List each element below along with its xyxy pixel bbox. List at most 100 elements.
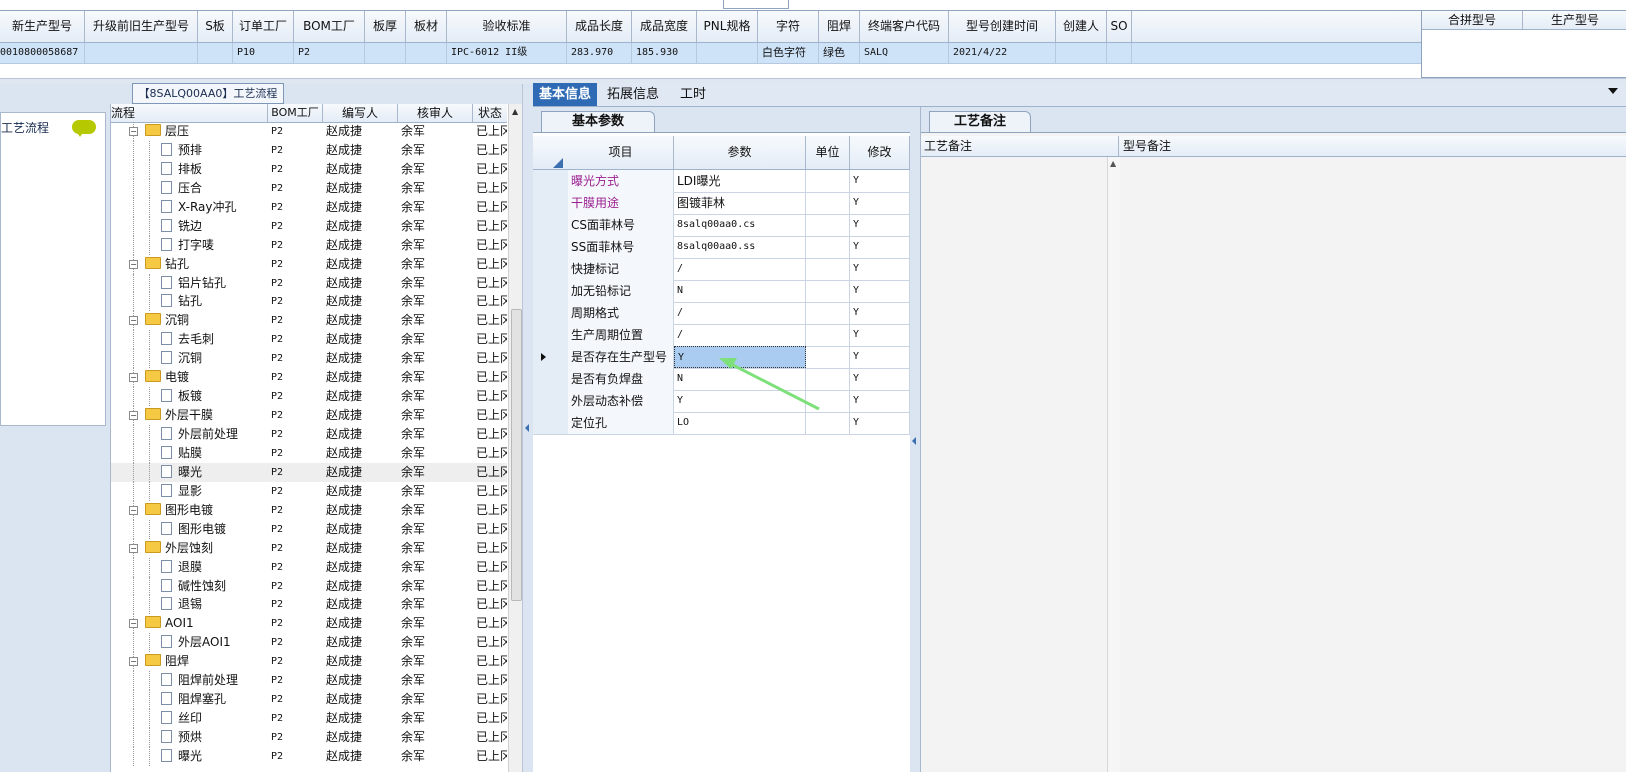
tree-row[interactable]: − 阻焊 P2 赵成捷 余军 已上冈	[111, 652, 507, 672]
param-value[interactable]: Y	[674, 390, 806, 412]
param-modify[interactable]: Y	[850, 346, 910, 368]
param-value[interactable]: /	[674, 258, 806, 280]
param-unit[interactable]	[806, 412, 850, 434]
process-notes-scrollbar[interactable]: ▲	[1107, 157, 1120, 772]
tree-row[interactable]: − 沉铜 P2 赵成捷 余军 已上冈	[111, 311, 507, 331]
collapse-middle-icon[interactable]	[912, 437, 916, 445]
notes-col-process[interactable]: 工艺备注	[921, 136, 1119, 156]
param-modify[interactable]: Y	[850, 258, 910, 280]
param-value[interactable]: /	[674, 302, 806, 324]
scroll-up-icon[interactable]: ▲	[512, 107, 518, 116]
row-selector[interactable]	[533, 236, 569, 258]
param-value[interactable]: 图镀菲林	[674, 192, 806, 214]
col-customer-code[interactable]: 终端客户代码	[860, 11, 949, 42]
col-acceptance[interactable]: 验收标准	[447, 11, 567, 42]
param-modify[interactable]: Y	[850, 324, 910, 346]
col-creator[interactable]: 创建人	[1056, 11, 1107, 42]
tree-row[interactable]: − 图形电镀 P2 赵成捷 余军 已上冈	[111, 500, 507, 520]
tree-row[interactable]: 去毛刺 P2 赵成捷 余军 已上冈	[111, 330, 507, 350]
tree-row[interactable]: 外层AOI1 P2 赵成捷 余军 已上冈	[111, 633, 507, 653]
param-unit[interactable]	[806, 368, 850, 390]
param-row[interactable]: 曝光方式 LDI曝光 Y	[533, 170, 910, 193]
col-length[interactable]: 成品长度	[567, 11, 632, 42]
param-col-unit[interactable]: 单位	[806, 136, 850, 169]
row-selector[interactable]	[533, 192, 569, 214]
tree-row[interactable]: 显影 P2 赵成捷 余军 已上冈	[111, 481, 507, 501]
middle-splitter[interactable]	[910, 107, 920, 772]
param-modify[interactable]: Y	[850, 280, 910, 302]
col-pnl[interactable]: PNL规格	[697, 11, 758, 42]
param-modify[interactable]: Y	[850, 390, 910, 412]
tree-row[interactable]: − 钻孔 P2 赵成捷 余军 已上冈	[111, 254, 507, 274]
param-modify[interactable]: Y	[850, 236, 910, 258]
col-order-factory[interactable]: 订单工厂	[233, 11, 294, 42]
tree-row[interactable]: 沉铜 P2 赵成捷 余军 已上冈	[111, 349, 507, 369]
collapse-node-icon[interactable]: −	[129, 127, 138, 136]
tree-row[interactable]: − 层压 P2 赵成捷 余军 已上冈	[111, 122, 507, 141]
col-solder-mask[interactable]: 阻焊	[819, 11, 860, 42]
row-selector[interactable]	[533, 214, 569, 236]
row-selector[interactable]	[533, 302, 569, 324]
collapse-node-icon[interactable]: −	[129, 373, 138, 383]
row-selector[interactable]	[533, 170, 569, 192]
process-flow-tab[interactable]: 【8SALQ00AA0】工艺流程	[132, 83, 284, 104]
scrollbar-thumb[interactable]	[511, 309, 522, 601]
col-material[interactable]: 板材	[406, 11, 447, 42]
row-selector[interactable]	[533, 390, 569, 412]
collapse-node-icon[interactable]: −	[129, 619, 138, 629]
row-selector[interactable]	[533, 368, 569, 390]
tree-row[interactable]: 丝印 P2 赵成捷 余军 已上冈	[111, 709, 507, 728]
col-bom-factory[interactable]: BOM工厂	[294, 11, 365, 42]
param-unit[interactable]	[806, 302, 850, 324]
tree-row[interactable]: 图形电镀 P2 赵成捷 余军 已上冈	[111, 519, 507, 539]
param-value[interactable]: N	[674, 280, 806, 302]
param-value[interactable]: LDI曝光	[674, 170, 806, 192]
col-merge-model[interactable]: 合拼型号	[1422, 11, 1523, 29]
tree-row[interactable]: − AOI1 P2 赵成捷 余军 已上冈	[111, 614, 507, 634]
tree-row[interactable]: 外层前处理 P2 赵成捷 余军 已上冈	[111, 425, 507, 444]
param-unit[interactable]	[806, 258, 850, 280]
tab-dropdown-icon[interactable]	[1608, 88, 1618, 94]
param-value[interactable]: N	[674, 368, 806, 390]
collapse-node-icon[interactable]: −	[129, 316, 138, 326]
row-selector[interactable]	[533, 346, 569, 368]
tree-row[interactable]: 铝片钻孔 P2 赵成捷 余军 已上冈	[111, 273, 507, 293]
param-unit[interactable]	[806, 214, 850, 236]
tree-row[interactable]: 阻焊塞孔 P2 赵成捷 余军 已上冈	[111, 690, 507, 710]
process-notes-textarea[interactable]	[921, 157, 1108, 772]
collapse-node-icon[interactable]: −	[129, 259, 138, 269]
row-selector[interactable]	[533, 324, 569, 346]
param-unit[interactable]	[806, 170, 850, 192]
tree-row[interactable]: 预烘 P2 赵成捷 余军 已上冈	[111, 728, 507, 747]
collapse-left-icon[interactable]	[525, 424, 529, 432]
param-row[interactable]: 干膜用途 图镀菲林 Y	[533, 192, 910, 215]
tree-col-writer[interactable]: 编写人	[323, 104, 398, 122]
col-character[interactable]: 字符	[758, 11, 819, 42]
tree-row[interactable]: − 电镀 P2 赵成捷 余军 已上冈	[111, 368, 507, 388]
tab-work-hours[interactable]: 工时	[669, 83, 717, 106]
tree-row[interactable]: 铣边 P2 赵成捷 余军 已上冈	[111, 216, 507, 236]
tree-row[interactable]: X-Ray冲孔 P2 赵成捷 余军 已上冈	[111, 197, 507, 217]
param-unit[interactable]	[806, 324, 850, 346]
tree-row[interactable]: − 外层干膜 P2 赵成捷 余军 已上冈	[111, 406, 507, 425]
collapse-node-icon[interactable]: −	[129, 657, 138, 667]
param-col-modify[interactable]: 修改	[850, 136, 910, 169]
param-row[interactable]: SS面菲林号 8salq00aa0.ss Y	[533, 236, 910, 259]
tree-row[interactable]: − 外层蚀刻 P2 赵成捷 余军 已上冈	[111, 538, 507, 558]
tree-row[interactable]: 压合 P2 赵成捷 余军 已上冈	[111, 178, 507, 198]
tab-extended-info[interactable]: 拓展信息	[599, 83, 667, 106]
param-modify[interactable]: Y	[850, 302, 910, 324]
param-row[interactable]: CS面菲林号 8salq00aa0.cs Y	[533, 214, 910, 237]
param-modify[interactable]: Y	[850, 214, 910, 236]
tree-row[interactable]: 碱性蚀刻 P2 赵成捷 余军 已上冈	[111, 576, 507, 596]
col-so[interactable]: SO	[1107, 11, 1132, 42]
tree-col-reviewer[interactable]: 核审人	[398, 104, 473, 122]
param-value[interactable]: 8salq00aa0.ss	[674, 236, 806, 258]
tree-row[interactable]: 板镀 P2 赵成捷 余军 已上冈	[111, 387, 507, 407]
col-create-time[interactable]: 型号创建时间	[949, 11, 1056, 42]
param-modify[interactable]: Y	[850, 192, 910, 214]
param-modify[interactable]: Y	[850, 170, 910, 192]
param-row[interactable]: 生产周期位置 / Y	[533, 324, 910, 347]
row-selector[interactable]	[533, 280, 569, 302]
col-s-board[interactable]: S板	[198, 11, 233, 42]
